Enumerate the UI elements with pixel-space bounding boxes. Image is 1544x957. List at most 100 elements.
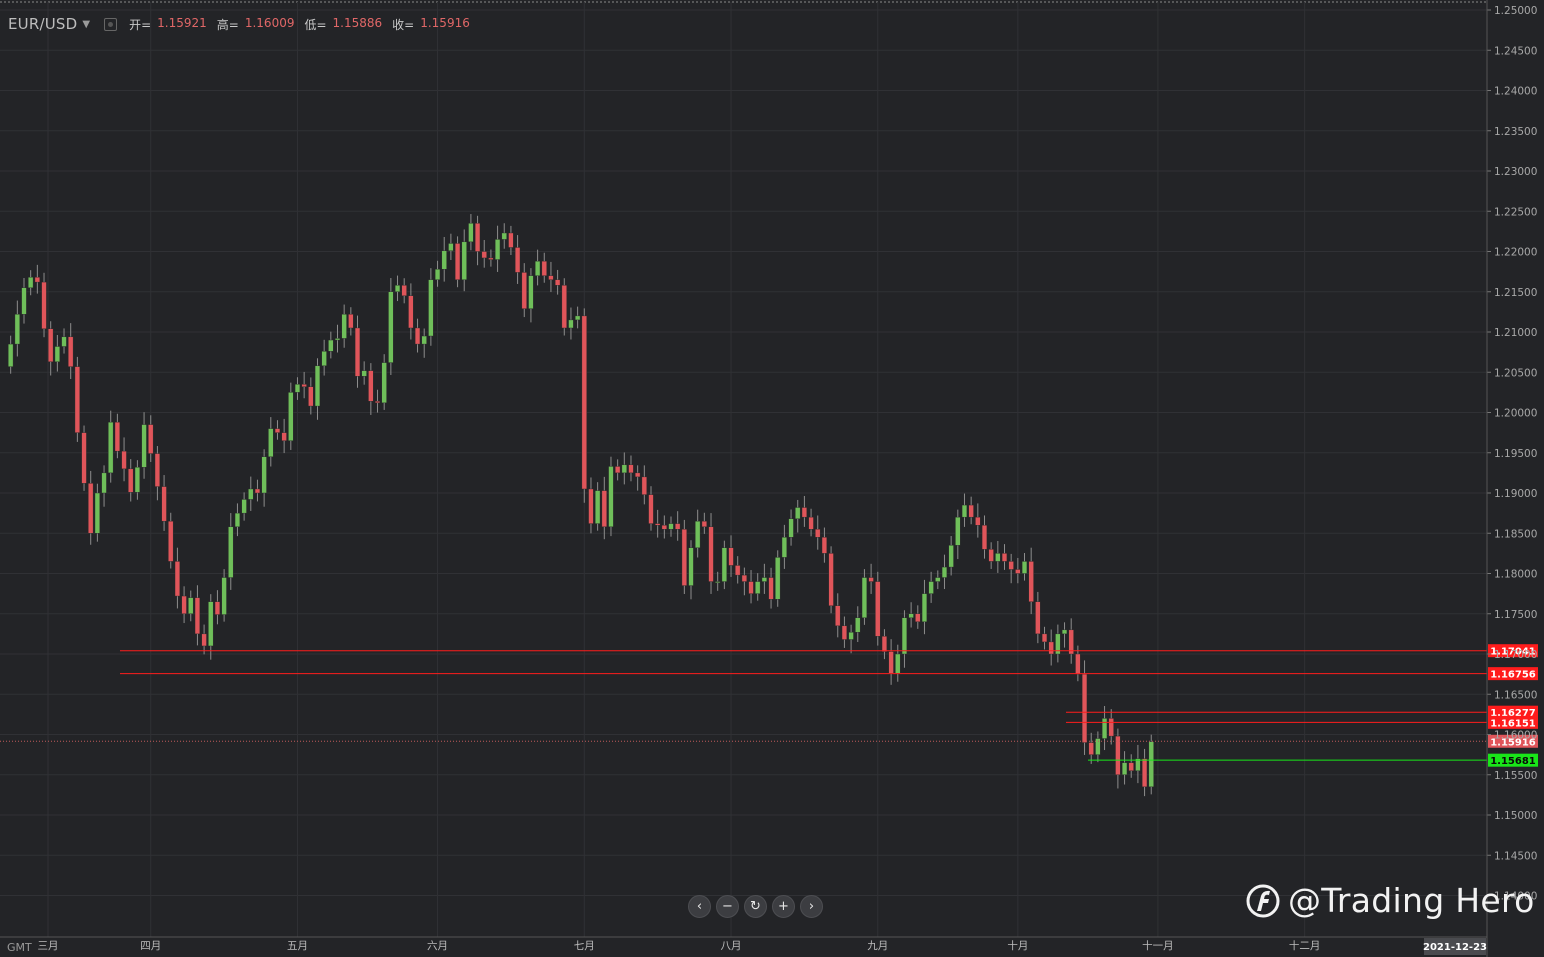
candle-body [1141,758,1148,788]
candle-body [1028,561,1034,602]
candle [348,307,354,336]
candle-body [668,523,674,530]
candle [608,456,614,537]
candle-body [761,577,767,582]
candle-body [628,464,634,474]
candle-body [648,494,654,524]
candlestick-chart[interactable]: 1.170411.167561.162771.161511.159161.156… [0,0,1544,957]
candle [454,236,461,288]
candle-body [414,327,421,345]
candle-body [928,581,934,594]
candles [8,214,1154,797]
logo-icon [1246,884,1280,917]
chart-grid [0,1,1487,937]
candle-body [781,537,787,558]
candle-body [121,450,127,470]
chevron-left-icon[interactable]: ‹ [688,895,711,918]
candle [915,605,921,629]
candle-body [568,319,574,329]
candle [41,272,47,338]
minus-icon[interactable]: − [716,895,739,918]
candle [34,264,40,294]
candle [388,278,394,375]
candle-body [268,428,274,457]
candle-body [841,625,848,640]
candle-body [1128,762,1134,771]
price-axis: 1.25000 1.24500 1.24000 1.23500 1.23000 1.225… [1486,0,1537,957]
candle-body [248,488,254,500]
candle-body [701,520,707,528]
candle-body [434,269,441,280]
candle-body [915,613,921,623]
candle [448,233,454,260]
candle [174,547,181,609]
candle [988,542,994,569]
candle-body [514,247,521,273]
y-tick-label: 1.14500 [1494,850,1537,862]
candle-body [108,421,114,474]
candle-body [981,525,988,550]
candle-body [1061,629,1068,635]
chevron-right-icon[interactable]: › [800,895,823,918]
candle-body [314,365,321,407]
candle [181,586,187,624]
price-levels: 1.170411.167561.162771.161511.159161.156… [0,644,1538,767]
candle [461,229,467,292]
candle [54,334,60,372]
y-tick-label: 1.22000 [1494,247,1537,259]
candle [1055,624,1061,663]
symbol-selector[interactable]: EUR/USD [8,15,77,33]
candle [374,389,381,413]
y-tick-label: 1.19500 [1494,448,1537,460]
candle-body [468,223,474,243]
y-tick-label: 1.20000 [1494,408,1537,420]
candle-body [174,561,181,597]
candle [661,515,667,539]
candle-body [388,291,394,363]
candle-body [621,464,627,474]
x-tick-label: 七月 [574,940,595,952]
candle [721,540,727,590]
y-tick-label: 1.18500 [1494,528,1537,540]
candle [581,308,587,503]
caret-down-icon[interactable]: ▼ [82,19,90,30]
candle-body [374,401,381,404]
y-tick-label: 1.15500 [1494,770,1537,782]
candle-body [641,476,647,495]
candle [401,278,407,304]
candle [881,629,888,660]
y-tick-label: 1.21000 [1494,327,1537,339]
settings-icon[interactable] [104,17,118,31]
high-label: 高= [216,17,239,32]
y-tick-label: 1.17500 [1494,609,1537,621]
candle-body [588,488,594,524]
open-value: 1.15921 [157,15,207,30]
candle-body [728,547,734,566]
candle [414,318,421,353]
candle [161,475,167,531]
plus-icon[interactable]: + [772,895,795,918]
candle-body [361,370,367,377]
candle [995,540,1001,573]
candle [1008,553,1014,584]
candle [1028,547,1034,615]
candle [128,459,134,502]
candle [975,503,981,538]
candle-body [848,632,854,640]
reset-icon[interactable]: ↻ [744,895,767,918]
candle-body [1088,742,1094,755]
candle [428,268,434,346]
candle-body [521,272,527,309]
candle [68,323,74,380]
y-tick-label: 1.20500 [1494,367,1537,379]
candle-body [961,504,968,518]
candle-body [715,581,721,583]
candle-body [555,279,561,286]
candle [314,358,321,420]
candle [328,331,334,359]
candle [1095,731,1101,763]
candle [1015,557,1021,584]
candle [494,225,501,272]
candle [1108,709,1114,745]
y-tick-label: 1.21500 [1494,287,1537,299]
